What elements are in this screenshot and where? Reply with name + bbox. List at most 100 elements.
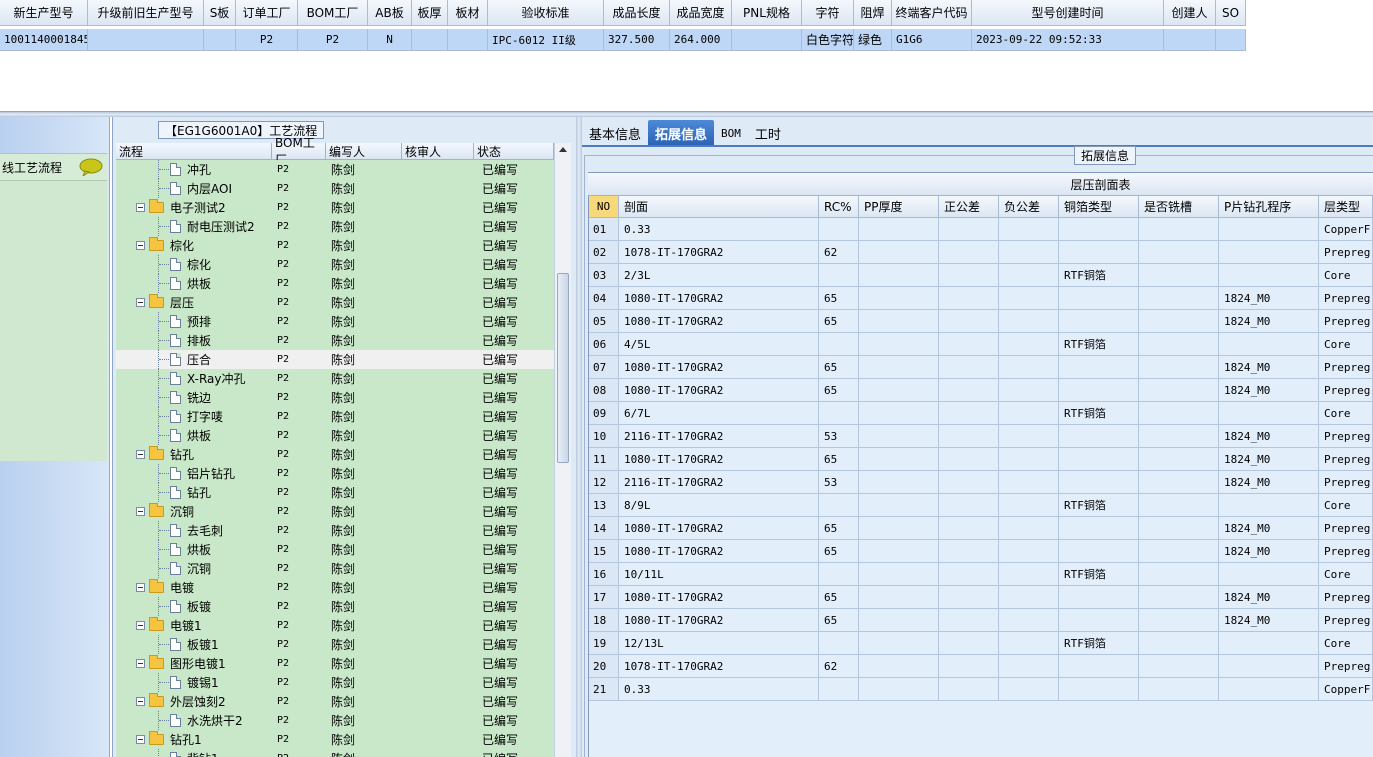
stackup-cell[interactable] (819, 218, 859, 241)
route-tree-row[interactable]: 图形电镀1 P2 陈剑 已编写 (116, 654, 554, 673)
stackup-cell[interactable]: 14 (589, 517, 619, 540)
stackup-cell[interactable]: Core (1319, 632, 1373, 655)
route-node[interactable]: 棕化 (170, 255, 211, 274)
stackup-cell[interactable] (859, 218, 939, 241)
stackup-cell[interactable]: 1080-IT-170GRA2 (619, 310, 819, 333)
route-node[interactable]: 耐电压测试2 (170, 217, 255, 236)
route-node[interactable]: 背钻1 (170, 749, 219, 757)
route-node[interactable]: 冲孔 (170, 160, 211, 179)
stackup-cell[interactable] (1059, 540, 1139, 563)
stackup-col-header[interactable]: 剖面 (619, 196, 819, 218)
route-tree-row[interactable]: 烘板 P2 陈剑 已编写 (116, 540, 554, 559)
stackup-cell[interactable] (1139, 517, 1219, 540)
model-col-header[interactable]: S板 (204, 0, 236, 26)
stackup-cell[interactable]: RTF铜箔 (1059, 333, 1139, 356)
stackup-cell[interactable]: 12/13L (619, 632, 819, 655)
stackup-cell[interactable] (999, 241, 1059, 264)
stackup-col-header[interactable]: P片钻孔程序 (1219, 196, 1319, 218)
collapse-icon[interactable] (136, 735, 145, 744)
stackup-cell[interactable] (999, 471, 1059, 494)
stackup-col-header[interactable]: 正公差 (939, 196, 999, 218)
route-tree-row[interactable]: 内层AOI P2 陈剑 已编写 (116, 179, 554, 198)
model-cell[interactable]: P2 (236, 29, 298, 51)
stackup-cell[interactable]: 10/11L (619, 563, 819, 586)
route-tree-row[interactable]: 板镀1 P2 陈剑 已编写 (116, 635, 554, 654)
stackup-cell[interactable] (819, 678, 859, 701)
route-node[interactable]: 板镀 (170, 597, 211, 616)
model-info-data-row[interactable]: 10011400018450 P2 P2 N IPC-6012 II级 327.500 26… (0, 29, 1246, 51)
stackup-cell[interactable]: 0.33 (619, 678, 819, 701)
route-node[interactable]: 钻孔 (170, 483, 211, 502)
stackup-cell[interactable]: 13 (589, 494, 619, 517)
stackup-cell[interactable] (1059, 379, 1139, 402)
stackup-cell[interactable] (859, 402, 939, 425)
stackup-cell[interactable] (1059, 241, 1139, 264)
stackup-row[interactable]: 14 1080-IT-170GRA2 65 1824_M0 Prepreg (589, 517, 1373, 540)
stackup-row[interactable]: 20 1078-IT-170GRA2 62 Prepreg (589, 655, 1373, 678)
stackup-cell[interactable]: 1080-IT-170GRA2 (619, 586, 819, 609)
tab-extended-info[interactable]: 拓展信息 (648, 120, 715, 146)
stackup-cell[interactable]: 53 (819, 471, 859, 494)
scroll-thumb[interactable] (557, 273, 569, 463)
stackup-cell[interactable]: Prepreg (1319, 517, 1373, 540)
stackup-cell[interactable]: 1824_M0 (1219, 517, 1319, 540)
stackup-cell[interactable]: 2116-IT-170GRA2 (619, 425, 819, 448)
stackup-cell[interactable]: 65 (819, 379, 859, 402)
stackup-cell[interactable]: 20 (589, 655, 619, 678)
stackup-cell[interactable]: Prepreg (1319, 356, 1373, 379)
route-node[interactable]: 电镀 (136, 578, 194, 597)
stackup-cell[interactable]: 10 (589, 425, 619, 448)
stackup-cell[interactable] (1139, 425, 1219, 448)
stackup-row[interactable]: 16 10/11L RTF铜箔 Core (589, 563, 1373, 586)
stackup-cell[interactable]: 11 (589, 448, 619, 471)
stackup-cell[interactable]: 53 (819, 425, 859, 448)
stackup-cell[interactable] (819, 402, 859, 425)
stackup-cell[interactable] (1059, 218, 1139, 241)
stackup-cell[interactable]: 65 (819, 586, 859, 609)
tab-basic-info[interactable]: 基本信息 (582, 120, 648, 146)
model-col-header[interactable]: 板厚 (412, 0, 448, 26)
model-col-header[interactable]: 终端客户代码 (892, 0, 972, 26)
route-node[interactable]: 铣边 (170, 388, 211, 407)
stackup-row[interactable]: 11 1080-IT-170GRA2 65 1824_M0 Prepreg (589, 448, 1373, 471)
stackup-cell[interactable] (1059, 517, 1139, 540)
stackup-cell[interactable] (1059, 356, 1139, 379)
model-col-header[interactable]: 验收标准 (488, 0, 604, 26)
process-route-nav-item[interactable]: 线工艺流程 (0, 153, 107, 181)
collapse-icon[interactable] (136, 450, 145, 459)
route-node[interactable]: 去毛刺 (170, 521, 223, 540)
stackup-cell[interactable] (1139, 540, 1219, 563)
stackup-cell[interactable]: Prepreg (1319, 471, 1373, 494)
route-tree-row[interactable]: 外层蚀刻2 P2 陈剑 已编写 (116, 692, 554, 711)
route-node[interactable]: 板镀1 (170, 635, 219, 654)
stackup-cell[interactable]: 1080-IT-170GRA2 (619, 517, 819, 540)
stackup-cell[interactable] (999, 425, 1059, 448)
stackup-cell[interactable] (1219, 264, 1319, 287)
stackup-cell[interactable]: 1080-IT-170GRA2 (619, 356, 819, 379)
stackup-cell[interactable] (999, 379, 1059, 402)
route-tree-row[interactable]: 冲孔 P2 陈剑 已编写 (116, 160, 554, 179)
stackup-cell[interactable]: Prepreg (1319, 586, 1373, 609)
stackup-cell[interactable]: CopperF (1319, 218, 1373, 241)
stackup-cell[interactable] (1059, 471, 1139, 494)
model-cell[interactable]: 2023-09-22 09:52:33 (972, 29, 1164, 51)
stackup-col-header[interactable]: 负公差 (999, 196, 1059, 218)
stackup-cell[interactable] (939, 540, 999, 563)
model-col-header[interactable]: 型号创建时间 (972, 0, 1164, 26)
model-cell[interactable]: 绿色 (854, 29, 892, 51)
stackup-cell[interactable] (859, 241, 939, 264)
route-node[interactable]: 烘板 (170, 540, 211, 559)
stackup-cell[interactable]: 16 (589, 563, 619, 586)
stackup-row[interactable]: 10 2116-IT-170GRA2 53 1824_M0 Prepreg (589, 425, 1373, 448)
route-node[interactable]: 烘板 (170, 426, 211, 445)
stackup-cell[interactable]: 1824_M0 (1219, 310, 1319, 333)
collapse-icon[interactable] (136, 659, 145, 668)
stackup-row[interactable]: 12 2116-IT-170GRA2 53 1824_M0 Prepreg (589, 471, 1373, 494)
route-node[interactable]: 铝片钻孔 (170, 464, 235, 483)
stackup-cell[interactable] (999, 540, 1059, 563)
stackup-cell[interactable]: Core (1319, 402, 1373, 425)
stackup-cell[interactable] (999, 264, 1059, 287)
route-tree-row[interactable]: 排板 P2 陈剑 已编写 (116, 331, 554, 350)
stackup-cell[interactable]: CopperF (1319, 678, 1373, 701)
stackup-cell[interactable]: 1824_M0 (1219, 586, 1319, 609)
